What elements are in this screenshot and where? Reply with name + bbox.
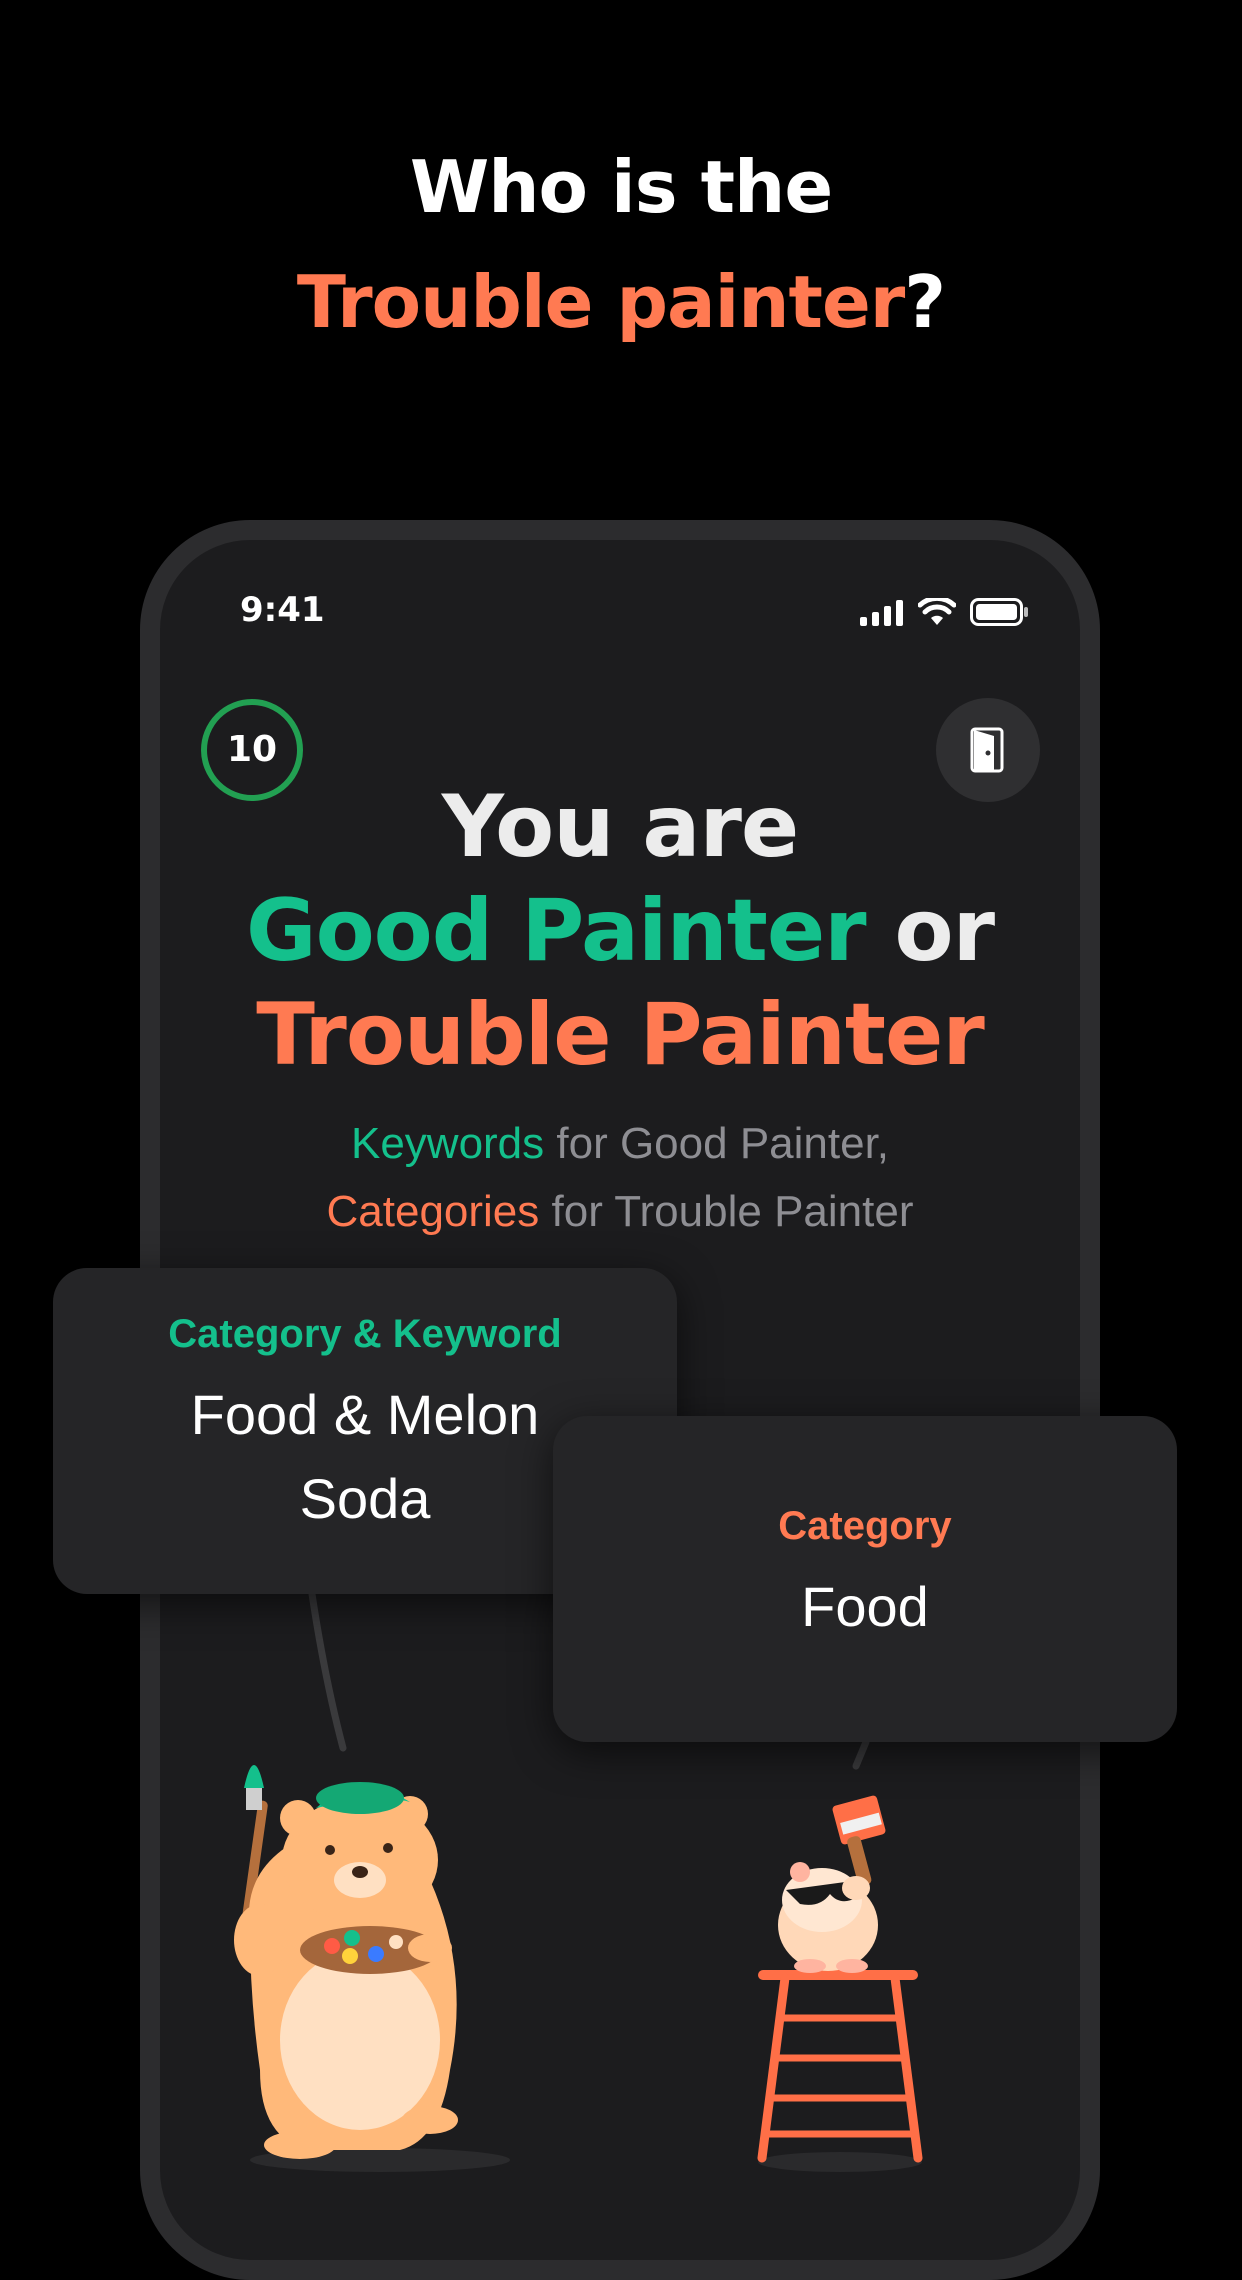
trouble-card-label: Category xyxy=(778,1504,952,1548)
trouble-card-value: Food xyxy=(801,1575,929,1638)
speech-connectors xyxy=(308,1590,870,1770)
good-card-label: Category & Keyword xyxy=(168,1312,562,1356)
hamster-ladder-illustration xyxy=(757,1795,923,2172)
bear-painter-illustration xyxy=(234,1765,510,2172)
trouble-painter-card: Category Food xyxy=(553,1416,1177,1742)
